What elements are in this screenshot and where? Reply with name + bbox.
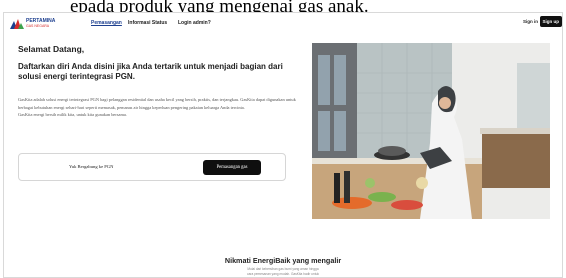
- browser-page: PERTAMINA GAS NEGARA Pemasangan Informas…: [3, 12, 563, 278]
- kitchen-photo: [312, 43, 550, 219]
- nav-link-informasi-status[interactable]: Informasi Status: [128, 20, 167, 26]
- nav-link-login-admin[interactable]: Login admin?: [178, 20, 211, 26]
- hero-paragraph: GasKita adalah solusi energi terintegras…: [18, 97, 296, 110]
- hero-headline: Daftarkan diri Anda disini jika Anda ter…: [18, 62, 283, 81]
- hero-description: GasKita adalah solusi energi terintegras…: [18, 96, 303, 119]
- join-cta-text: Yuk Bergabung ke PGN: [69, 164, 114, 169]
- pertamina-logo-icon: [10, 19, 24, 29]
- welcome-heading: Selamat Datang,: [18, 44, 85, 54]
- section-subtitle-line-2: cara pemesanan yang mudah. GasKita hadir…: [247, 272, 319, 276]
- join-cta-box: Yuk Bergabung ke PGN Pemasangan gas: [18, 153, 286, 181]
- section-subtitle: Mulai dari kebersihan gas bumi yang aman…: [4, 267, 562, 277]
- nav-link-pemasangan[interactable]: Pemasangan: [91, 20, 122, 26]
- section-title: Nikmati EnergiBaik yang mengalir: [224, 256, 342, 265]
- pertamina-logo[interactable]: PERTAMINA GAS NEGARA: [10, 17, 66, 31]
- top-navbar: PERTAMINA GAS NEGARA Pemasangan Informas…: [4, 13, 562, 37]
- sign-up-button[interactable]: Sign up: [539, 16, 562, 27]
- hero-paragraph-2: GasKita energi bersih milik kita, untuk …: [18, 112, 127, 118]
- logo-subtext: GAS NEGARA: [26, 24, 50, 28]
- sign-in-link[interactable]: Sign in: [523, 19, 538, 24]
- pemasangan-gas-button[interactable]: Pemasangan gas: [203, 160, 261, 175]
